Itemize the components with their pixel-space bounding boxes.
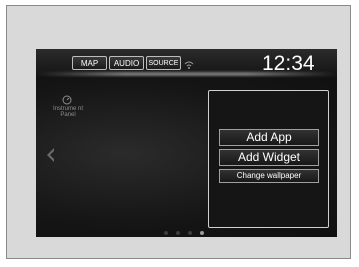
wifi-icon [184, 61, 194, 69]
head-unit-screen: MAP AUDIO SOURCE 12:34 Instrume nt Panel… [36, 49, 337, 237]
clock: 12:34 [262, 52, 315, 75]
top-bar: MAP AUDIO SOURCE 12:34 [36, 49, 337, 79]
page-dot-active [200, 231, 204, 235]
add-app-button[interactable]: Add App [219, 129, 319, 146]
add-widget-button[interactable]: Add Widget [219, 149, 319, 166]
source-button[interactable]: SOURCE [146, 56, 181, 70]
page-dot [176, 231, 180, 235]
map-button[interactable]: MAP [72, 56, 107, 70]
home-screen: Instrume nt Panel Add App Add Widget Cha… [36, 79, 337, 237]
page-dot [188, 231, 192, 235]
audio-button[interactable]: AUDIO [109, 56, 144, 70]
gauge-icon[interactable] [62, 95, 72, 105]
change-wallpaper-button[interactable]: Change wallpaper [219, 169, 319, 183]
page-indicator [164, 231, 214, 237]
page-dot [164, 231, 168, 235]
instrument-panel-label[interactable]: Instrume nt Panel [48, 106, 88, 118]
add-menu-panel: Add App Add Widget Change wallpaper [208, 90, 329, 228]
figure-frame: MAP AUDIO SOURCE 12:34 Instrume nt Panel… [6, 5, 351, 259]
arrow-left-icon[interactable] [45, 147, 55, 163]
